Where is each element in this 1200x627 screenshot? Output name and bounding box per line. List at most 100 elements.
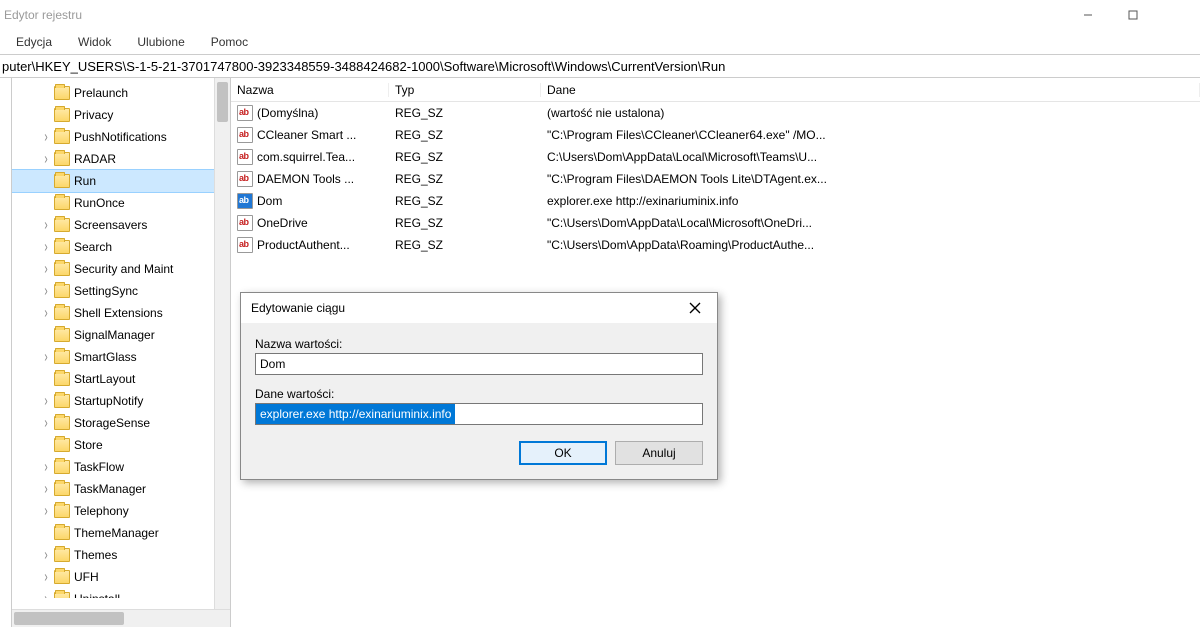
tree-item[interactable]: ›TaskFlow [12,456,230,478]
cell-type: REG_SZ [389,194,541,208]
expander-icon[interactable]: › [40,282,52,300]
tree-item-label: RADAR [74,152,116,166]
header-data[interactable]: Dane [541,83,1200,97]
expander-icon[interactable]: › [40,238,52,256]
tree-item[interactable]: › Themes [12,544,230,566]
scrollbar-thumb[interactable] [217,82,228,122]
expander-icon[interactable]: › [40,502,52,520]
tree-list[interactable]: PrelaunchPrivacy›PushNotifications›RADAR… [12,78,230,598]
list-header[interactable]: Nazwa Typ Dane [231,78,1200,102]
address-bar[interactable]: puter\HKEY_USERS\S-1-5-21-3701747800-392… [0,54,1200,78]
titlebar: Edytor rejestru ✕ [0,0,1200,30]
expander-icon[interactable]: › [40,392,52,410]
dialog-body: Nazwa wartości: Dom Dane wartości: explo… [241,323,717,479]
cell-data: "C:\Program Files\CCleaner\CCleaner64.ex… [541,128,1200,142]
cell-type: REG_SZ [389,238,541,252]
list-row[interactable]: DAEMON Tools ...REG_SZ"C:\Program Files\… [231,168,1200,190]
cell-type: REG_SZ [389,172,541,186]
tree-item[interactable]: ›Telephony [12,500,230,522]
tree-item[interactable]: ›Security and Maint [12,258,230,280]
header-type[interactable]: Typ [389,83,541,97]
folder-icon [54,482,70,496]
tree-item[interactable]: ›StorageSense [12,412,230,434]
expander-icon[interactable]: › [40,304,52,322]
tree-item[interactable]: ›SmartGlass [12,346,230,368]
tree-item[interactable]: › Uninstall [12,588,230,598]
list-row[interactable]: CCleaner Smart ...REG_SZ"C:\Program File… [231,124,1200,146]
cancel-button[interactable]: Anuluj [615,441,703,465]
tree-item[interactable]: › RADAR [12,148,230,170]
expander-icon[interactable]: › [40,260,52,278]
string-value-icon [237,149,253,165]
list-row[interactable]: (Domyślna)REG_SZ(wartość nie ustalona) [231,102,1200,124]
expander-icon[interactable]: › [40,590,52,598]
tree-item-label: Shell Extensions [74,306,163,320]
cell-name: DAEMON Tools ... [231,171,389,187]
tree-item-label: Privacy [74,108,113,122]
expander-icon[interactable]: › [40,348,52,366]
expander-icon[interactable]: › [40,480,52,498]
maximize-button[interactable] [1110,0,1155,30]
value-data-input[interactable]: explorer.exe http://exinariuminix.info [255,403,703,425]
cell-data: explorer.exe http://exinariuminix.info [541,194,1200,208]
expander-icon[interactable]: › [40,568,52,586]
tree-horizontal-scrollbar[interactable] [12,609,230,627]
menu-view[interactable]: Widok [74,33,115,51]
tree-item-label: TaskManager [74,482,146,496]
tree-item[interactable]: Prelaunch [12,82,230,104]
folder-icon [54,174,70,188]
tree-item[interactable]: › Search [12,236,230,258]
tree-item[interactable]: › Shell Extensions [12,302,230,324]
list-row[interactable]: com.squirrel.Tea...REG_SZC:\Users\Dom\Ap… [231,146,1200,168]
tree-item[interactable]: › TaskManager [12,478,230,500]
expander-icon[interactable]: › [40,546,52,564]
tree-item[interactable]: ›StartupNotify [12,390,230,412]
value-name-input[interactable]: Dom [255,353,703,375]
list-row[interactable]: DomREG_SZexplorer.exe http://exinariumin… [231,190,1200,212]
expander-icon[interactable]: › [40,128,52,146]
folder-icon [54,262,70,276]
tree-item[interactable]: RunOnce [12,192,230,214]
dialog-titlebar[interactable]: Edytowanie ciągu [241,293,717,323]
cell-name: CCleaner Smart ... [231,127,389,143]
tree-item[interactable]: Run [12,170,230,192]
tree-item-label: Search [74,240,112,254]
tree-item[interactable]: SignalManager [12,324,230,346]
scrollbar-thumb[interactable] [14,612,124,625]
header-name[interactable]: Nazwa [231,83,389,97]
menu-favorites[interactable]: Ulubione [133,33,188,51]
leftmost-gutter [0,78,12,627]
cell-name: ProductAuthent... [231,237,389,253]
dialog-buttons: OK Anuluj [255,441,703,465]
tree-item-label: Themes [74,548,117,562]
folder-icon [54,416,70,430]
list-row[interactable]: ProductAuthent...REG_SZ"C:\Users\Dom\App… [231,234,1200,256]
tree-item[interactable]: ›SettingSync [12,280,230,302]
ok-button[interactable]: OK [519,441,607,465]
menu-edit[interactable]: Edycja [12,33,56,51]
tree-item[interactable]: Store [12,434,230,456]
expander-icon[interactable]: › [40,458,52,476]
cell-data: "C:\Program Files\DAEMON Tools Lite\DTAg… [541,172,1200,186]
expander-icon[interactable]: › [40,216,52,234]
folder-icon [54,526,70,540]
cell-type: REG_SZ [389,150,541,164]
tree-item[interactable]: Privacy [12,104,230,126]
tree-item[interactable]: ›PushNotifications [12,126,230,148]
tree-item-label: Uninstall [74,592,120,598]
folder-icon [54,460,70,474]
tree-item[interactable]: ›Screensavers [12,214,230,236]
tree-vertical-scrollbar[interactable] [214,78,230,609]
tree-item[interactable]: ›UFH [12,566,230,588]
cell-name-text: ProductAuthent... [257,238,350,252]
minimize-button[interactable] [1065,0,1110,30]
menubar: Edycja Widok Ulubione Pomoc [0,30,1200,54]
list-row[interactable]: OneDriveREG_SZ"C:\Users\Dom\AppData\Loca… [231,212,1200,234]
expander-icon[interactable]: › [40,414,52,432]
tree-item[interactable]: ThemeManager [12,522,230,544]
expander-icon[interactable]: › [40,150,52,168]
menu-help[interactable]: Pomoc [207,33,252,51]
tree-item[interactable]: StartLayout [12,368,230,390]
dialog-close-button[interactable] [673,293,717,323]
folder-icon [54,592,70,598]
